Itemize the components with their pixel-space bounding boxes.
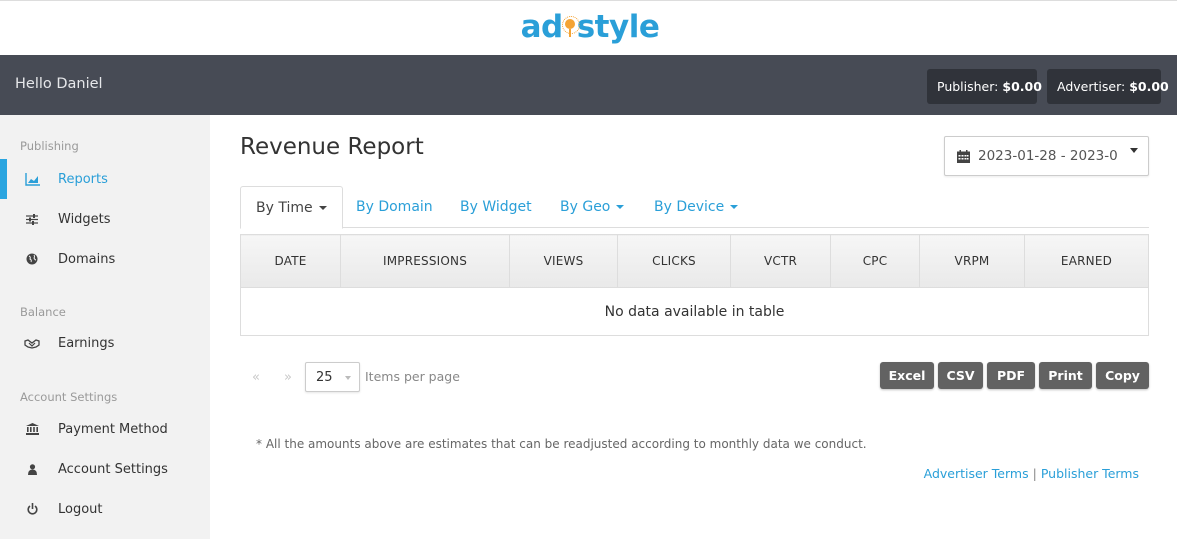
sidebar-section-account-settings: Account Settings bbox=[20, 390, 118, 404]
sidebar-item-reports[interactable]: Reports bbox=[0, 159, 210, 199]
sidebar-item-account-settings[interactable]: Account Settings bbox=[0, 449, 210, 489]
publisher-balance-value: $0.00 bbox=[1002, 79, 1042, 94]
terms-links: Advertiser Terms | Publisher Terms bbox=[924, 466, 1139, 481]
sidebar-item-label: Logout bbox=[58, 501, 103, 517]
advertiser-terms-link[interactable]: Advertiser Terms bbox=[924, 466, 1029, 481]
page-title: Revenue Report bbox=[240, 134, 424, 160]
column-header-clicks[interactable]: CLICKS bbox=[617, 234, 731, 288]
tab-by-domain[interactable]: By Domain bbox=[356, 186, 433, 228]
sidebar-item-label: Account Settings bbox=[58, 461, 168, 477]
user-icon bbox=[24, 461, 40, 477]
publisher-terms-link[interactable]: Publisher Terms bbox=[1041, 466, 1139, 481]
column-header-vrpm[interactable]: VRPM bbox=[919, 234, 1025, 288]
column-header-date[interactable]: DATE bbox=[240, 234, 341, 288]
sidebar-item-label: Payment Method bbox=[58, 421, 168, 437]
export-pdf-button[interactable]: PDF bbox=[987, 362, 1035, 389]
sidebar-item-label: Widgets bbox=[58, 211, 111, 227]
terms-separator: | bbox=[1032, 466, 1037, 481]
logo-text-right: style bbox=[576, 9, 660, 45]
logo-sun-icon bbox=[561, 15, 580, 39]
tab-label: By Time bbox=[256, 199, 313, 216]
sidebar: Publishing Reports Widgets Domains Balan… bbox=[0, 115, 210, 539]
tab-by-widget[interactable]: By Widget bbox=[460, 186, 532, 228]
estimates-note: * All the amounts above are estimates th… bbox=[256, 437, 867, 451]
tab-label: By Device bbox=[654, 199, 725, 215]
tab-label: By Geo bbox=[560, 199, 611, 215]
bank-icon bbox=[24, 421, 40, 437]
globe-icon bbox=[24, 251, 40, 267]
greeting: Hello Daniel bbox=[15, 76, 103, 92]
tab-by-time[interactable]: By Time bbox=[240, 186, 343, 229]
sidebar-item-payment-method[interactable]: Payment Method bbox=[0, 409, 210, 449]
advertiser-balance-label: Advertiser: bbox=[1057, 79, 1126, 94]
tab-label: By Widget bbox=[460, 199, 532, 215]
print-button[interactable]: Print bbox=[1039, 362, 1092, 389]
sidebar-item-widgets[interactable]: Widgets bbox=[0, 199, 210, 239]
export-excel-button[interactable]: Excel bbox=[880, 362, 934, 389]
power-icon bbox=[24, 501, 40, 517]
column-header-cpc[interactable]: CPC bbox=[830, 234, 920, 288]
tab-label: By Domain bbox=[356, 199, 433, 215]
items-per-page-label: Items per page bbox=[365, 369, 460, 384]
adstyle-logo[interactable]: ad style bbox=[521, 9, 660, 45]
column-header-views[interactable]: VIEWS bbox=[509, 234, 618, 288]
column-header-earned[interactable]: EARNED bbox=[1024, 234, 1149, 288]
prev-page-button[interactable]: « bbox=[252, 370, 260, 385]
copy-button[interactable]: Copy bbox=[1096, 362, 1149, 389]
column-header-vctr[interactable]: VCTR bbox=[730, 234, 831, 288]
sidebar-item-label: Reports bbox=[58, 171, 108, 187]
advertiser-balance-value: $0.00 bbox=[1129, 79, 1169, 94]
advertiser-balance-button[interactable]: Advertiser: $0.00 bbox=[1047, 69, 1169, 104]
sidebar-section-publishing: Publishing bbox=[20, 139, 79, 153]
next-page-button[interactable]: » bbox=[284, 370, 292, 385]
sidebar-item-logout[interactable]: Logout bbox=[0, 489, 210, 529]
tab-by-geo[interactable]: By Geo bbox=[560, 186, 625, 228]
calendar-icon bbox=[957, 150, 970, 163]
publisher-balance-button[interactable]: Publisher: $0.00 bbox=[927, 69, 1042, 104]
publisher-balance-label: Publisher: bbox=[937, 79, 999, 94]
items-per-page-select[interactable]: 25 bbox=[305, 362, 360, 392]
top-header: Hello Daniel Publisher: $0.00 Advertiser… bbox=[0, 55, 1177, 115]
caret-down-icon bbox=[345, 376, 351, 380]
date-range-picker[interactable]: 2023-01-28 - 2023-02- bbox=[944, 136, 1149, 176]
caret-down-icon bbox=[730, 205, 739, 209]
sidebar-item-earnings[interactable]: Earnings bbox=[0, 323, 210, 363]
sidebar-item-label: Earnings bbox=[58, 335, 115, 351]
sidebar-section-balance: Balance bbox=[20, 305, 66, 319]
tab-by-device[interactable]: By Device bbox=[654, 186, 739, 228]
sliders-icon bbox=[24, 211, 40, 227]
caret-down-icon bbox=[616, 205, 625, 209]
line-chart-icon bbox=[24, 171, 40, 187]
date-range-value: 2023-01-28 - 2023-02- bbox=[978, 148, 1118, 164]
report-tabs: By Time By Domain By Widget By Geo By De… bbox=[240, 186, 1149, 229]
caret-down-icon bbox=[318, 205, 327, 210]
table-header-row: DATE IMPRESSIONS VIEWS CLICKS VCTR CPC V… bbox=[240, 234, 1149, 288]
caret-down-icon bbox=[1130, 148, 1138, 153]
logo-text-left: ad bbox=[520, 9, 564, 45]
revenue-table: DATE IMPRESSIONS VIEWS CLICKS VCTR CPC V… bbox=[240, 234, 1149, 336]
export-csv-button[interactable]: CSV bbox=[938, 362, 983, 389]
logo-bar: ad style bbox=[0, 0, 1177, 55]
table-row: No data available in table bbox=[240, 287, 1149, 336]
items-per-page-value: 25 bbox=[316, 370, 333, 385]
empty-table-message: No data available in table bbox=[240, 287, 1149, 336]
handshake-icon bbox=[24, 335, 40, 351]
sidebar-item-domains[interactable]: Domains bbox=[0, 239, 210, 279]
sidebar-item-label: Domains bbox=[58, 251, 116, 267]
column-header-impressions[interactable]: IMPRESSIONS bbox=[340, 234, 510, 288]
